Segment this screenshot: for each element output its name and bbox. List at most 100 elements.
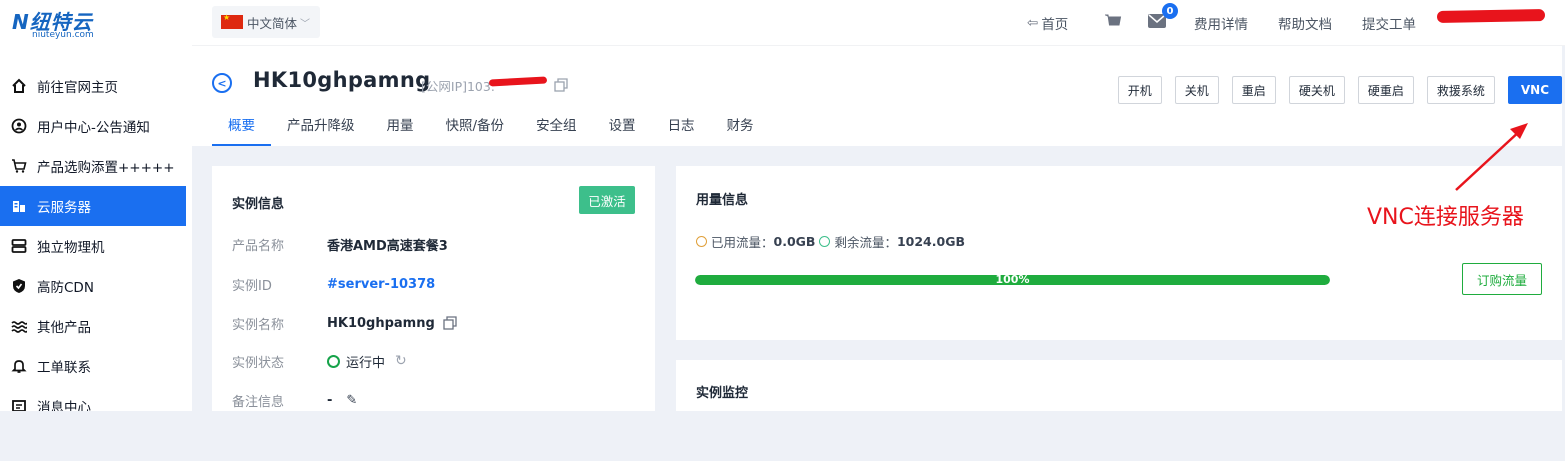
info-label: 实例名称 <box>232 317 285 333</box>
sidebar-item-cdn[interactable]: 高防CDN <box>0 266 192 306</box>
rescue-system-button[interactable]: 救援系统 <box>1426 76 1495 104</box>
nav-fee-link[interactable]: 费用详情 <box>1194 0 1248 46</box>
brand-logo[interactable]: N纽特云 niuteyun.com <box>12 6 132 40</box>
cart-button[interactable] <box>1104 0 1122 46</box>
chevron-left-icon: < <box>217 76 227 90</box>
instance-monitor-card: 实例监控 <box>676 360 1562 411</box>
sidebar: N纽特云 niuteyun.com 前往官网主页 用户中心-公告通知 产品选购添… <box>0 0 192 411</box>
info-row-name: 实例名称 HK10ghpamng <box>232 313 457 333</box>
remaining-traffic-value: 1024.0GB <box>896 234 965 249</box>
tab-snapshot[interactable]: 快照/备份 <box>430 114 521 146</box>
info-row-status: 实例状态 运行中 ↻ <box>232 351 407 371</box>
mail-button[interactable]: 0 <box>1148 0 1178 46</box>
status-value: 运行中 <box>346 355 386 371</box>
sidebar-item-label: 云服务器 <box>37 200 91 216</box>
sidebar-item-other[interactable]: 其他产品 <box>0 306 192 346</box>
logo-subtext: niuteyun.com <box>32 30 94 40</box>
nav-home-link[interactable]: ⇦ 首页 <box>1027 0 1068 46</box>
vnc-button[interactable]: VNC <box>1507 76 1562 104</box>
redacted-ip <box>488 76 548 87</box>
tab-logs[interactable]: 日志 <box>652 114 711 146</box>
annotation-arrow <box>1455 123 1528 191</box>
cloud-server-icon <box>9 196 29 216</box>
sidebar-item-user-center[interactable]: 用户中心-公告通知 <box>0 106 192 146</box>
home-icon <box>9 76 29 96</box>
reboot-button[interactable]: 重启 <box>1231 76 1276 104</box>
remaining-traffic-label: 剩余流量： <box>834 235 897 250</box>
usage-info-title: 用量信息 <box>696 193 749 208</box>
sidebar-item-ticket[interactable]: 工单联系 <box>0 346 192 386</box>
page-background <box>0 411 1565 461</box>
sidebar-item-label: 独立物理机 <box>37 240 105 256</box>
sidebar-nav: 前往官网主页 用户中心-公告通知 产品选购添置+++++ 云服务器 独立物理机 … <box>0 66 192 411</box>
refresh-icon[interactable]: ↻ <box>395 353 407 369</box>
message-icon <box>9 396 29 411</box>
mail-icon <box>1148 14 1166 32</box>
instance-info-title: 实例信息 <box>232 197 285 212</box>
remark-value: - <box>327 392 333 408</box>
annotation-text: VNC连接服务器 <box>1367 205 1524 230</box>
copy-icon[interactable] <box>443 316 457 330</box>
back-button[interactable]: < <box>212 73 232 93</box>
mail-count-badge: 0 <box>1162 3 1178 19</box>
power-off-button[interactable]: 关机 <box>1174 76 1219 104</box>
info-label: 实例状态 <box>232 355 285 371</box>
info-value: 香港AMD高速套餐3 <box>327 238 448 254</box>
instance-info-card: 实例信息 已激活 产品名称 香港AMD高速套餐3 实例ID #server-10… <box>212 166 655 411</box>
tab-upgrade[interactable]: 产品升降级 <box>271 114 371 146</box>
tab-overview[interactable]: 概要 <box>212 114 271 146</box>
sidebar-item-messages[interactable]: 消息中心 <box>0 386 192 411</box>
nav-ticket-link[interactable]: 提交工单 <box>1362 0 1416 46</box>
power-on-button[interactable]: 开机 <box>1117 76 1162 104</box>
tab-finance[interactable]: 财务 <box>711 114 770 146</box>
shield-icon <box>9 276 29 296</box>
nav-help-link[interactable]: 帮助文档 <box>1278 0 1332 46</box>
instance-name-value: HK10ghpamng <box>327 315 435 331</box>
sidebar-item-cloud-server[interactable]: 云服务器 <box>0 186 186 226</box>
info-label: 产品名称 <box>232 238 285 254</box>
top-bar: 中文简体 ﹀ ⇦ 首页 0 费用详情 帮助文档 提交工单 <box>192 0 1565 46</box>
sidebar-item-home[interactable]: 前往官网主页 <box>0 66 192 106</box>
hard-reboot-button[interactable]: 硬重启 <box>1357 76 1414 104</box>
redacted-username <box>1436 9 1546 23</box>
monitor-title: 实例监控 <box>696 386 749 401</box>
sidebar-item-label: 消息中心 <box>37 400 91 411</box>
info-label: 备注信息 <box>232 394 285 410</box>
sidebar-item-label: 用户中心-公告通知 <box>37 120 150 136</box>
power-actions: 开机 关机 重启 硬关机 硬重启 救援系统 VNC <box>1117 76 1562 104</box>
used-traffic-value: 0.0GB <box>773 234 816 249</box>
used-traffic-icon <box>696 236 707 247</box>
instance-id-link[interactable]: #server-10378 <box>327 277 435 292</box>
buy-traffic-button[interactable]: 订购流量 <box>1462 263 1542 295</box>
status-badge: 已激活 <box>579 186 635 214</box>
info-row-product: 产品名称 香港AMD高速套餐3 <box>232 234 448 254</box>
public-ip: [公网IP]103. <box>421 79 495 94</box>
back-arrow-icon: ⇦ <box>1027 15 1039 31</box>
page-title: HK10ghpamng <box>253 68 431 92</box>
language-selector[interactable]: 中文简体 ﹀ <box>212 6 320 38</box>
running-status-icon <box>327 354 340 368</box>
hard-off-button[interactable]: 硬关机 <box>1288 76 1345 104</box>
edit-icon[interactable]: ✎ <box>346 393 357 408</box>
info-value-status: 运行中 ↻ <box>327 352 407 371</box>
tab-settings[interactable]: 设置 <box>593 114 652 146</box>
sidebar-item-shop[interactable]: 产品选购添置+++++ <box>0 146 192 186</box>
cart-icon <box>1104 13 1122 33</box>
server-icon <box>9 236 29 256</box>
info-value-remark: - ✎ <box>327 393 357 408</box>
sidebar-item-dedicated[interactable]: 独立物理机 <box>0 226 192 266</box>
page-header: < HK10ghpamng [公网IP]103. 开机 关机 重启 硬关机 硬重… <box>192 46 1565 146</box>
cart-icon <box>9 156 29 176</box>
nav-home-label: 首页 <box>1041 17 1069 33</box>
tab-security-group[interactable]: 安全组 <box>520 114 593 146</box>
traffic-summary: 已用流量： 0.0GB 剩余流量： 1024.0GB <box>696 232 969 251</box>
sidebar-item-label: 工单联系 <box>37 360 91 376</box>
tab-usage[interactable]: 用量 <box>371 114 430 146</box>
copy-icon[interactable] <box>554 77 568 92</box>
info-value-name: HK10ghpamng <box>327 316 457 331</box>
sidebar-item-label: 前往官网主页 <box>37 80 118 96</box>
info-row-id: 实例ID #server-10378 <box>232 274 435 294</box>
sidebar-item-label: 其他产品 <box>37 320 91 336</box>
sidebar-item-label: 高防CDN <box>37 280 94 296</box>
chevron-down-icon: ﹀ <box>300 18 311 30</box>
